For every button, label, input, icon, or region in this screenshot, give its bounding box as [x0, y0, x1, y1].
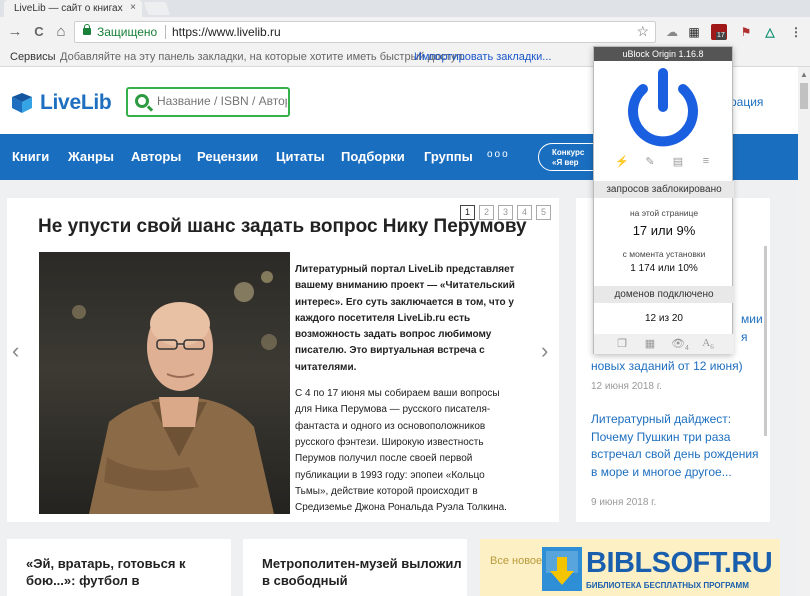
import-bookmarks-link[interactable]: Импортировать закладки... — [414, 51, 551, 63]
tab-title: LiveLib — сайт о книгах — [14, 3, 123, 14]
browser-tab[interactable]: LiveLib — сайт о книгах × — [4, 0, 142, 17]
menu-icon[interactable]: ⋮ — [788, 24, 804, 40]
nav-authors[interactable]: Авторы — [131, 149, 181, 164]
bookmark-star-icon[interactable]: ☆ — [636, 23, 649, 40]
pager-page-5[interactable]: 5 — [536, 205, 551, 220]
domains-value: 12 из 20 — [645, 313, 683, 324]
ublock-title: uBlock Origin 1.16.8 — [594, 47, 732, 61]
lock-icon — [83, 24, 91, 35]
browser-toolbar: → C ⌂ Защищено https://www.livelib.ru ☆ … — [0, 17, 810, 47]
featured-body: С 4 по 17 июня мы собираем ваши вопросы … — [295, 388, 507, 514]
extension-cloud-icon[interactable]: ☁ — [664, 24, 680, 40]
on-page-label: на этой странице — [629, 208, 699, 218]
news-item-2[interactable]: Литературный дайджест: Почему Пушкин три… — [591, 411, 766, 481]
nav-more-icon[interactable]: ооо — [487, 149, 510, 160]
watermark-title: BIBLSOFT.RU — [586, 547, 773, 579]
logo-text: LiveLib — [40, 91, 112, 114]
featured-text: Литературный портал LiveLib представляет… — [295, 262, 519, 516]
extension-triangle-icon[interactable]: △ — [762, 24, 778, 40]
new-tab-button[interactable] — [143, 2, 171, 15]
address-separator — [165, 25, 166, 39]
address-bar[interactable]: Защищено https://www.livelib.ru ☆ — [74, 21, 656, 43]
secure-label: Защищено — [97, 25, 158, 39]
author-portrait-image — [72, 271, 277, 514]
ublock-footer: ❐ ▦ 👁4 A6 — [594, 334, 734, 354]
nav-genres[interactable]: Жанры — [68, 149, 114, 164]
registration-link[interactable]: рация — [730, 95, 763, 109]
slider-prev-icon[interactable]: ‹ — [12, 338, 19, 364]
nav-books[interactable]: Книги — [12, 149, 49, 164]
logger-icon[interactable]: ▤ — [670, 155, 686, 168]
eyedropper-icon[interactable]: ✎ — [642, 155, 658, 168]
news-item-1-date: 12 июня 2018 г. — [591, 381, 662, 392]
scroll-thumb[interactable] — [800, 83, 808, 109]
featured-headline[interactable]: Не упусти свой шанс задать вопрос Нику П… — [38, 216, 527, 238]
watermark-logo-icon — [542, 547, 582, 591]
news-card-football-title: «Эй, вратарь, готовься к бою...»: футбол… — [26, 556, 186, 588]
nav-reviews[interactable]: Рецензии — [197, 149, 258, 164]
media-block-icon[interactable]: ▦ — [640, 337, 660, 350]
since-install-value: 1 174 или 10% — [630, 263, 698, 274]
ublock-badge: 17 — [716, 32, 726, 40]
extension-grid-icon[interactable]: ▦ — [686, 24, 702, 40]
search-input[interactable] — [157, 94, 287, 108]
slider-next-icon[interactable]: › — [541, 338, 548, 364]
livelib-logo[interactable]: LiveLib — [12, 91, 132, 115]
news-scrollbar[interactable] — [764, 246, 767, 436]
nav-quotes[interactable]: Цитаты — [276, 149, 325, 164]
cosmetic-filter-icon[interactable]: 👁4 — [670, 337, 690, 352]
power-icon[interactable] — [626, 67, 700, 147]
extension-flag-icon[interactable]: ⚑ — [738, 24, 754, 40]
search-icon[interactable] — [135, 94, 149, 108]
remote-fonts-icon[interactable]: A6 — [698, 337, 718, 351]
featured-lead: Литературный портал LiveLib представляет… — [295, 264, 515, 373]
site-search[interactable] — [126, 87, 290, 117]
domains-header: доменов подключено — [594, 286, 734, 303]
reload-icon[interactable]: C — [30, 23, 48, 41]
ublock-tools: ⚡ ✎ ▤ ≡ — [594, 155, 734, 173]
popup-block-icon[interactable]: ❐ — [612, 337, 632, 350]
book-logo-icon — [12, 93, 32, 113]
bookmarks-hint: Добавляйте на эту панель закладки, на ко… — [60, 51, 466, 63]
news-item-2-date: 9 июня 2018 г. — [591, 497, 657, 508]
forward-icon[interactable]: → — [6, 23, 24, 41]
nav-groups[interactable]: Группы — [424, 149, 473, 164]
since-install-label: с момента установки — [622, 249, 706, 259]
watermark: BIBLSOFT.RU БИБЛИОТЕКА БЕСПЛАТНЫХ ПРОГРА… — [542, 547, 810, 596]
watermark-subtitle: БИБЛИОТЕКА БЕСПЛАТНЫХ ПРОГРАММ — [586, 581, 749, 590]
page-scrollbar[interactable]: ▲ — [798, 67, 810, 596]
scroll-up-icon[interactable]: ▲ — [800, 70, 808, 79]
ublock-extension-icon[interactable]: 17 — [711, 24, 727, 40]
news-card-football[interactable]: «Эй, вратарь, готовься к бою...»: футбол… — [7, 539, 231, 596]
tab-strip: LiveLib — сайт о книгах × — [0, 0, 810, 17]
news-card-museum[interactable]: Метрополитен-музей выложил в свободный — [243, 539, 467, 596]
settings-sliders-icon[interactable]: ≡ — [698, 155, 714, 167]
blocked-header: запросов заблокировано — [594, 181, 734, 198]
featured-card: 12345 Не упусти свой шанс задать вопрос … — [7, 198, 559, 522]
bookmark-apps[interactable]: Сервисы — [10, 51, 56, 63]
ublock-popup: uBlock Origin 1.16.8 ⚡ ✎ ▤ ≡ запросов за… — [593, 46, 734, 354]
news-card-museum-title: Метрополитен-музей выложил в свободный — [262, 556, 462, 588]
nav-collections[interactable]: Подборки — [341, 149, 405, 164]
url-text[interactable]: https://www.livelib.ru — [172, 25, 281, 39]
home-icon[interactable]: ⌂ — [52, 23, 70, 41]
news-item-1-tail[interactable]: новых заданий от 12 июня) — [591, 358, 766, 376]
on-page-value: 17 или 9% — [632, 223, 696, 238]
tab-close-icon[interactable]: × — [130, 2, 136, 13]
lightning-icon[interactable]: ⚡ — [614, 155, 630, 168]
promo-card-text: Все новое — [490, 555, 543, 567]
author-photo — [39, 252, 290, 514]
